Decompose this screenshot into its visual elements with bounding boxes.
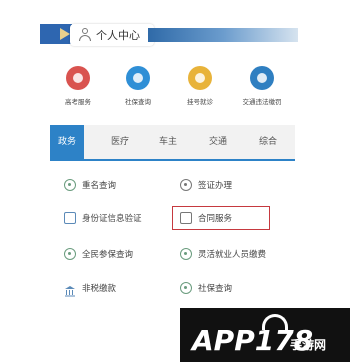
watermark-logo: APP178 手游网 bbox=[180, 308, 350, 362]
tab-traffic[interactable]: 交通 bbox=[200, 125, 236, 159]
service-traffic-fine[interactable]: 交通违法缴罚 bbox=[232, 66, 292, 106]
highlight-box bbox=[172, 206, 270, 230]
person-icon bbox=[78, 28, 92, 42]
social-security-icon bbox=[180, 282, 192, 294]
service-hospital[interactable]: 挂号就诊 bbox=[170, 66, 230, 106]
grid-item-social-security[interactable]: 社保查询 bbox=[180, 276, 232, 300]
grid-item-label: 重名查询 bbox=[82, 181, 117, 191]
hospital-icon bbox=[188, 66, 212, 90]
grid-item-label: 身份证信息验证 bbox=[82, 214, 142, 224]
watermark-subtext: 手游网 bbox=[290, 338, 327, 352]
personal-center-button[interactable]: 个人中心 bbox=[70, 24, 154, 46]
search-icon bbox=[64, 179, 76, 191]
grid-item-label: 全民参保查询 bbox=[82, 250, 134, 260]
social-security-icon bbox=[126, 66, 150, 90]
header-arrow-decoration bbox=[60, 28, 70, 40]
traffic-fine-icon bbox=[250, 66, 274, 90]
payment-icon bbox=[180, 248, 192, 260]
grid-item-label: 签证办理 bbox=[198, 181, 233, 191]
grid-item-label: 非税缴款 bbox=[82, 284, 117, 294]
grid-item-visa[interactable]: 签证办理 bbox=[180, 173, 232, 197]
globe-icon bbox=[180, 179, 192, 191]
tab-car-owner[interactable]: 车主 bbox=[150, 125, 186, 159]
grid-item-label: 社保查询 bbox=[198, 284, 233, 294]
service-label: 交通违法缴罚 bbox=[242, 98, 282, 106]
service-exam[interactable]: 高考服务 bbox=[48, 66, 108, 106]
service-label: 挂号就诊 bbox=[187, 98, 213, 106]
insurance-icon bbox=[64, 248, 76, 260]
tab-general[interactable]: 综合 bbox=[250, 125, 286, 159]
tab-medical[interactable]: 医疗 bbox=[102, 125, 138, 159]
header-bar: 个人中心 bbox=[40, 18, 298, 48]
grid-item-id-verify[interactable]: 身份证信息验证 bbox=[64, 206, 142, 230]
grid-item-name-query[interactable]: 重名查询 bbox=[64, 173, 116, 197]
grid-item-insurance[interactable]: 全民参保查询 bbox=[64, 242, 133, 266]
personal-center-label: 个人中心 bbox=[96, 29, 140, 42]
bank-icon bbox=[64, 282, 76, 297]
id-card-icon bbox=[64, 212, 76, 224]
service-label: 高考服务 bbox=[65, 98, 91, 106]
service-label: 社保查询 bbox=[125, 98, 151, 106]
grid-item-non-tax[interactable]: 非税缴款 bbox=[64, 276, 116, 300]
quick-services: 高考服务 社保查询 挂号就诊 交通违法缴罚 bbox=[50, 66, 295, 112]
tab-underline bbox=[50, 159, 295, 161]
category-tabs: 政务 医疗 车主 交通 综合 bbox=[50, 125, 295, 161]
grid-item-flexible-payment[interactable]: 灵活就业人员缴费 bbox=[180, 242, 266, 266]
service-social-security[interactable]: 社保查询 bbox=[108, 66, 168, 106]
tab-government[interactable]: 政务 bbox=[50, 125, 84, 159]
exam-icon bbox=[66, 66, 90, 90]
header-banner bbox=[148, 28, 298, 42]
grid-item-label: 灵活就业人员缴费 bbox=[198, 250, 267, 260]
